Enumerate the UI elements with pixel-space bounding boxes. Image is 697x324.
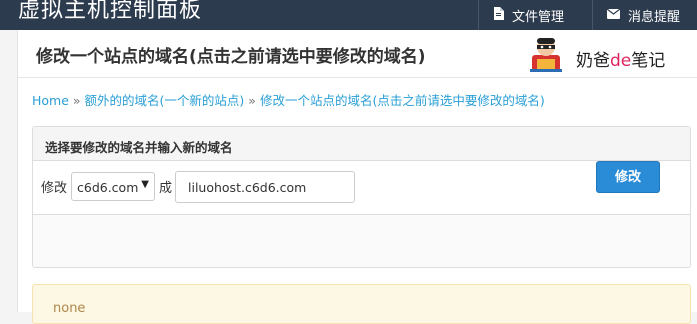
- nav-file-manager-label: 文件管理: [512, 9, 565, 25]
- notice-text: none: [53, 301, 86, 316]
- notice-alert: none: [32, 284, 691, 324]
- breadcrumb-separator: »: [248, 93, 256, 108]
- site-logo: 奶爸de笔记: [528, 35, 697, 75]
- masked-figure-icon: [530, 38, 562, 72]
- file-icon: [493, 6, 504, 24]
- modify-domain-panel: 选择要修改的域名并输入新的域名 修改 c6d6.com ▼ 成: [32, 126, 691, 268]
- logo-text: 奶爸de笔记: [576, 46, 665, 71]
- page-title: 修改一个站点的域名(点击之前请选中要修改的域名): [36, 47, 426, 67]
- brand-title[interactable]: 虚拟主机控制面板: [18, 0, 202, 24]
- modify-label: 修改: [41, 181, 68, 196]
- breadcrumb-current[interactable]: 修改一个站点的域名(点击之前请选中要修改的域名): [260, 93, 545, 108]
- mail-icon: [606, 8, 621, 23]
- nav-messages-label: 消息提醒: [628, 9, 681, 25]
- chevron-down-icon: ▼: [141, 179, 149, 190]
- top-navbar: 虚拟主机控制面板 文件管理 消息提醒: [0, 0, 697, 30]
- header-divider: [18, 77, 697, 78]
- breadcrumb-separator: »: [72, 93, 81, 108]
- new-domain-input[interactable]: [175, 171, 355, 203]
- domain-select[interactable]: c6d6.com ▼: [71, 172, 155, 201]
- domain-select-value: c6d6.com: [77, 180, 139, 195]
- nav-messages[interactable]: 消息提醒: [592, 0, 697, 30]
- logo-text-a: 奶爸: [576, 51, 610, 71]
- breadcrumb-extra-domains[interactable]: 额外的的域名(一个新的站点): [85, 93, 245, 108]
- breadcrumb: Home » 额外的的域名(一个新的站点) » 修改一个站点的域名(点击之前请选…: [32, 90, 545, 109]
- to-label: 成: [159, 181, 173, 196]
- panel-title: 选择要修改的域名并输入新的域名: [45, 140, 233, 155]
- panel-body: 修改 c6d6.com ▼ 成: [33, 161, 690, 215]
- submit-modify-button[interactable]: 修改: [596, 161, 660, 193]
- logo-text-c: 笔记: [631, 51, 666, 71]
- nav-file-manager[interactable]: 文件管理: [478, 0, 592, 30]
- panel-heading: 选择要修改的域名并输入新的域名: [33, 127, 690, 161]
- logo-text-b: de: [610, 51, 632, 71]
- main-content: 修改一个站点的域名(点击之前请选中要修改的域名) 奶爸de笔记 Home » 额…: [17, 30, 697, 324]
- breadcrumb-home[interactable]: Home: [32, 93, 69, 108]
